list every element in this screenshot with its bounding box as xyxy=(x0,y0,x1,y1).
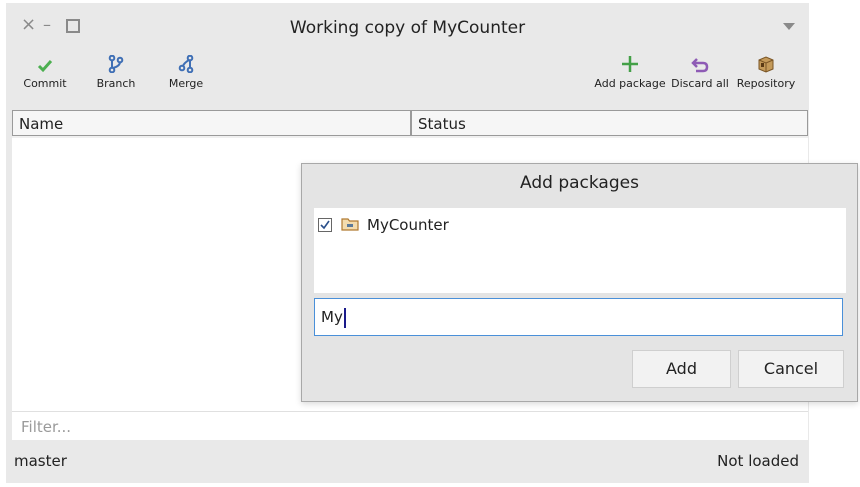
filter-input[interactable]: Filter... xyxy=(12,411,808,440)
current-branch: master xyxy=(14,452,67,470)
plus-icon xyxy=(590,51,670,73)
package-filter-value: My xyxy=(321,308,343,326)
dialog-title: Add packages xyxy=(520,173,639,193)
name-column-header[interactable]: Name xyxy=(12,110,411,136)
add-button[interactable]: Add xyxy=(632,350,731,388)
branch-icon xyxy=(76,51,156,73)
repository-box-icon xyxy=(726,51,806,73)
load-status: Not loaded xyxy=(717,452,799,470)
package-filter-input[interactable]: My xyxy=(314,298,843,336)
commit-button[interactable]: Commit xyxy=(5,51,85,90)
package-checkbox[interactable] xyxy=(318,218,332,232)
merge-button[interactable]: Merge xyxy=(146,51,226,90)
add-packages-dialog: Add packages MyCounter My Add Cancel xyxy=(301,163,858,402)
window-menu-icon[interactable] xyxy=(783,23,795,30)
window-title: Working copy of MyCounter xyxy=(289,18,526,38)
add-package-button[interactable]: Add package xyxy=(590,51,670,90)
table-header: Name Status xyxy=(12,110,808,138)
toolbar: Commit Branch Merge Add package Discard … xyxy=(6,51,809,107)
title-bar[interactable]: × – Working copy of MyCounter xyxy=(6,3,809,49)
branch-button[interactable]: Branch xyxy=(76,51,156,90)
filter-placeholder: Filter... xyxy=(21,418,72,436)
text-caret xyxy=(343,307,346,328)
package-name: MyCounter xyxy=(367,216,449,234)
status-column-header[interactable]: Status xyxy=(411,110,808,136)
cancel-button[interactable]: Cancel xyxy=(738,350,844,388)
merge-icon xyxy=(146,51,226,73)
package-folder-icon xyxy=(341,216,359,235)
package-list[interactable]: MyCounter xyxy=(314,208,846,293)
list-item[interactable]: MyCounter xyxy=(318,215,449,235)
status-bar: master Not loaded xyxy=(6,440,809,483)
checkmark-icon xyxy=(5,51,85,73)
repository-button[interactable]: Repository xyxy=(726,51,806,90)
